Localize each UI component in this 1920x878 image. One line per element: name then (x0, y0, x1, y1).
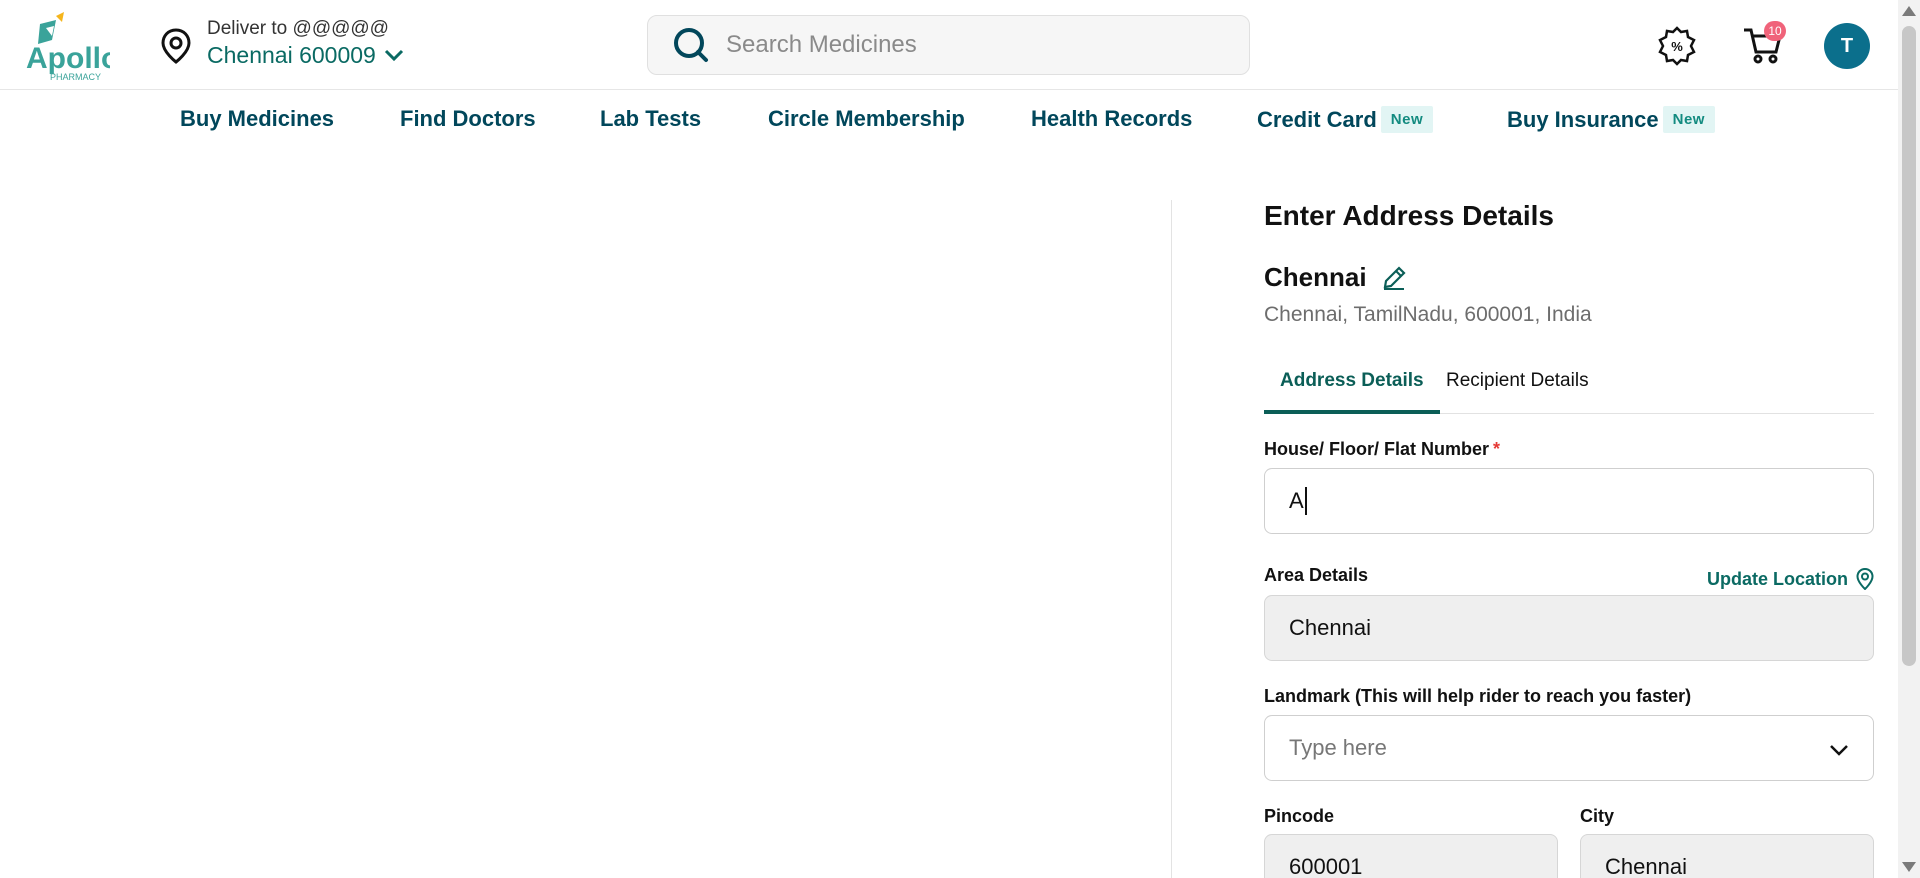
deliver-city-text: Chennai 600009 (207, 42, 376, 68)
house-number-value: A (1289, 488, 1304, 513)
nav-find-doctors[interactable]: Find Doctors (400, 106, 536, 132)
pincode-label: Pincode (1264, 806, 1335, 826)
landmark-placeholder: Type here (1289, 735, 1387, 760)
location-pin-icon (1856, 568, 1874, 590)
logo-text: Apollo (26, 42, 110, 75)
nav-credit-card[interactable]: Credit Card New (1257, 106, 1434, 133)
required-asterisk: * (1493, 439, 1501, 459)
text-caret (1304, 487, 1307, 515)
edit-pencil-icon[interactable] (1381, 265, 1407, 291)
city-label: City (1580, 806, 1615, 826)
tab-recipient-details[interactable]: Recipient Details (1430, 370, 1605, 414)
logo-sub: PHARMACY (50, 72, 101, 82)
nav-label: Buy Medicines (180, 106, 335, 131)
landmark-dropdown[interactable]: Type here (1264, 715, 1874, 781)
nav-label: Find Doctors (400, 106, 536, 131)
scroll-up-arrow[interactable] (1902, 6, 1916, 16)
house-number-input[interactable]: A (1264, 468, 1874, 534)
city-value: Chennai (1605, 854, 1687, 878)
landmark-label: Landmark (This will help rider to reach … (1264, 686, 1692, 706)
nav-label: Health Records (1031, 106, 1193, 131)
scroll-down-arrow[interactable] (1902, 862, 1916, 872)
header: Apollo PHARMACY Deliver to @@@@@ Chennai… (0, 0, 1898, 90)
tab-address-details[interactable]: Address Details (1264, 370, 1440, 414)
nav-label: Circle Membership (768, 106, 965, 131)
update-location-text: Update Location (1706, 568, 1848, 589)
panel-divider (1171, 200, 1172, 878)
nav-lab-tests[interactable]: Lab Tests (600, 106, 701, 132)
nav-label: Credit Card (1257, 106, 1377, 132)
house-label: House/ Floor/ Flat Number * (1264, 439, 1500, 460)
offers-icon[interactable]: % (1657, 26, 1697, 66)
nav-health-records[interactable]: Health Records (1031, 106, 1192, 132)
area-details-value: Chennai (1289, 615, 1371, 640)
search-bar[interactable] (647, 15, 1250, 75)
new-badge: New (1662, 106, 1715, 133)
area-details-label: Area Details (1264, 565, 1369, 585)
nav-label: Buy Insurance (1507, 106, 1659, 132)
form-tabs: Address Details Recipient Details (1264, 360, 1874, 414)
form-title: Enter Address Details (1264, 200, 1554, 231)
apollo-logo-icon: Apollo PHARMACY (26, 12, 119, 82)
new-badge: New (1380, 106, 1434, 133)
selected-city: Chennai (1264, 262, 1407, 293)
user-avatar[interactable]: T (1824, 23, 1870, 69)
search-icon (674, 28, 708, 62)
nav-buy-insurance[interactable]: Buy Insurance New (1507, 106, 1715, 133)
page-scrollbar[interactable] (1898, 0, 1920, 878)
nav-buy-medicines[interactable]: Buy Medicines (180, 106, 334, 132)
scroll-thumb[interactable] (1902, 26, 1916, 666)
location-pin-icon[interactable] (160, 28, 192, 64)
city-full-address: Chennai, TamilNadu, 600001, India (1264, 303, 1592, 326)
chevron-down-icon (384, 49, 403, 61)
deliver-to-label: Deliver to @@@@@ (207, 18, 389, 39)
main-nav: Buy Medicines Find Doctors Lab Tests Cir… (0, 90, 1898, 148)
update-location-link[interactable]: Update Location (1707, 568, 1874, 590)
apollo-logo[interactable]: Apollo PHARMACY (26, 10, 119, 82)
pincode-value: 600001 (1289, 854, 1363, 878)
nav-circle-membership[interactable]: Circle Membership (768, 106, 965, 132)
svg-text:%: % (1671, 39, 1683, 54)
pincode-field[interactable]: 600001 (1264, 834, 1558, 878)
city-field[interactable]: Chennai (1580, 834, 1874, 878)
cart-count-badge: 10 (1764, 21, 1786, 41)
deliver-city-selector[interactable]: Chennai 600009 (207, 42, 404, 69)
city-name-text: Chennai (1264, 262, 1367, 292)
house-label-text: House/ Floor/ Flat Number (1264, 439, 1490, 459)
area-details-field[interactable]: Chennai (1264, 595, 1874, 661)
search-input[interactable] (726, 31, 1206, 59)
nav-label: Lab Tests (600, 106, 702, 131)
chevron-down-icon (1830, 745, 1848, 756)
